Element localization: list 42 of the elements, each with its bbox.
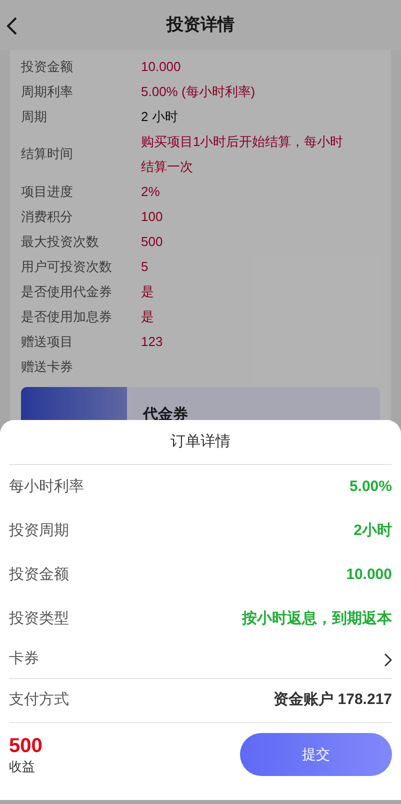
income-label: 收益 bbox=[9, 758, 36, 776]
back-icon[interactable] bbox=[6, 17, 18, 35]
order-value: 2小时 bbox=[354, 520, 392, 541]
chevron-right-icon bbox=[384, 652, 392, 666]
detail-label: 赠送卡券 bbox=[21, 358, 74, 376]
order-label: 投资金额 bbox=[9, 564, 69, 585]
detail-label: 周期 bbox=[21, 108, 48, 126]
order-value: 资金账户 178.217 bbox=[274, 690, 392, 710]
detail-value: 100 bbox=[141, 208, 163, 226]
detail-value: 2% bbox=[141, 183, 160, 201]
income-amount: 500 bbox=[9, 734, 42, 758]
detail-label: 是否使用代金券 bbox=[21, 282, 113, 301]
order-value: 按小时返息，到期返本 bbox=[242, 608, 392, 629]
coupon-selector[interactable]: 卡券 bbox=[9, 641, 392, 679]
submit-button[interactable]: 提交 bbox=[240, 733, 392, 776]
detail-label: 消费积分 bbox=[21, 208, 74, 226]
sheet-title: 订单详情 bbox=[170, 432, 230, 452]
detail-label: 用户可投资次数 bbox=[21, 258, 113, 276]
detail-value: 2 小时 bbox=[141, 108, 178, 126]
order-label: 每小时利率 bbox=[9, 476, 84, 497]
order-label: 投资类型 bbox=[9, 608, 69, 629]
detail-value: 5.00% (每小时利率) bbox=[141, 83, 256, 101]
detail-label: 赠送项目 bbox=[21, 332, 74, 351]
detail-value: 123 bbox=[141, 333, 163, 351]
order-label: 支付方式 bbox=[9, 690, 69, 710]
detail-value: 5 bbox=[141, 258, 148, 276]
detail-value: 购买项目1小时后开始结算，每小时结算一次 bbox=[141, 133, 344, 176]
page-title: 投资详情 bbox=[166, 14, 234, 36]
detail-label: 是否使用加息券 bbox=[21, 308, 113, 326]
detail-value: 是 bbox=[141, 308, 154, 326]
detail-value: 10.000 bbox=[141, 58, 181, 76]
order-value: 10.000 bbox=[346, 564, 392, 585]
order-label: 卡券 bbox=[9, 649, 39, 670]
order-label: 投资周期 bbox=[9, 520, 69, 541]
detail-value: 500 bbox=[141, 233, 163, 251]
detail-label: 项目进度 bbox=[21, 182, 74, 201]
detail-label: 周期利率 bbox=[21, 82, 74, 101]
detail-value: 是 bbox=[141, 283, 154, 301]
order-value: 5.00% bbox=[349, 476, 392, 497]
detail-label: 投资金额 bbox=[21, 58, 74, 76]
detail-label: 最大投资次数 bbox=[21, 232, 100, 251]
detail-label: 结算时间 bbox=[21, 145, 74, 164]
